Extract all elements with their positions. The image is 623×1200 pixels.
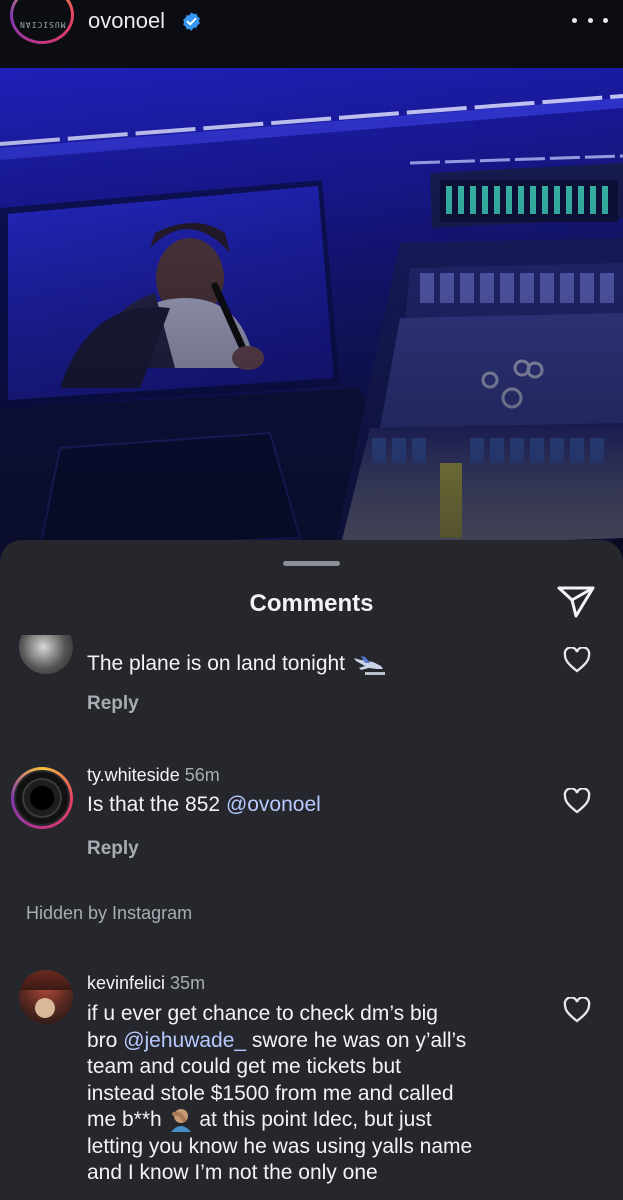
- commenter-avatar[interactable]: [19, 970, 73, 1024]
- commenter-avatar[interactable]: [11, 767, 73, 829]
- comment-line: instead stole $1500 from me and called: [87, 1081, 454, 1105]
- comment-text: if u ever get chance to check dm’s big b…: [87, 1001, 547, 1187]
- airplane-landing-icon: [353, 656, 385, 676]
- comment-username[interactable]: kevinfelici 35m: [87, 973, 205, 994]
- commenter-avatar[interactable]: [19, 635, 73, 674]
- reply-button[interactable]: Reply: [87, 693, 139, 715]
- post-username[interactable]: ovonoel: [88, 8, 165, 34]
- avatar-text: MUSICIAN: [18, 20, 66, 29]
- comment-timestamp: 56m: [184, 765, 220, 785]
- post-image[interactable]: [0, 68, 623, 568]
- comment-username[interactable]: ty.whiteside 56m: [87, 765, 220, 786]
- reply-button[interactable]: Reply: [87, 838, 139, 860]
- post-header: MUSICIAN ovonoel: [0, 0, 623, 69]
- comment-text: The plane is on land tonight: [87, 651, 387, 678]
- verified-badge-icon: [183, 12, 200, 31]
- comments-title: Comments: [249, 590, 374, 617]
- like-heart-icon[interactable]: [563, 647, 591, 673]
- concert-photo-illustration: [0, 68, 623, 568]
- facepalm-emoji-icon: [170, 1109, 191, 1133]
- like-heart-icon[interactable]: [563, 788, 591, 814]
- comment-line: if u ever get chance to check dm’s big: [87, 1002, 438, 1025]
- comment-text: Is that the 852 @ovonoel: [87, 793, 321, 816]
- sheet-grabber[interactable]: [283, 561, 340, 566]
- profile-avatar[interactable]: MUSICIAN: [10, 0, 74, 44]
- share-send-icon[interactable]: [556, 585, 596, 619]
- hidden-comments-notice[interactable]: Hidden by Instagram: [26, 903, 192, 924]
- comment-line: and I know I’m not the only one: [87, 1161, 378, 1184]
- more-options-icon[interactable]: [572, 6, 608, 34]
- mention-link[interactable]: @jehuwade_: [123, 1029, 246, 1052]
- comment-line: bro @jehuwade_ swore he was on y’all’s: [87, 1028, 467, 1052]
- mention-link[interactable]: @ovonoel: [226, 793, 321, 816]
- comment-line: team and could get me tickets but: [87, 1055, 402, 1078]
- like-heart-icon[interactable]: [563, 997, 591, 1023]
- comment-line: me b**h at this point Idec, but just: [87, 1108, 432, 1133]
- comment-line: letting you know he was using yalls name: [87, 1134, 473, 1158]
- comment-timestamp: 35m: [170, 973, 206, 993]
